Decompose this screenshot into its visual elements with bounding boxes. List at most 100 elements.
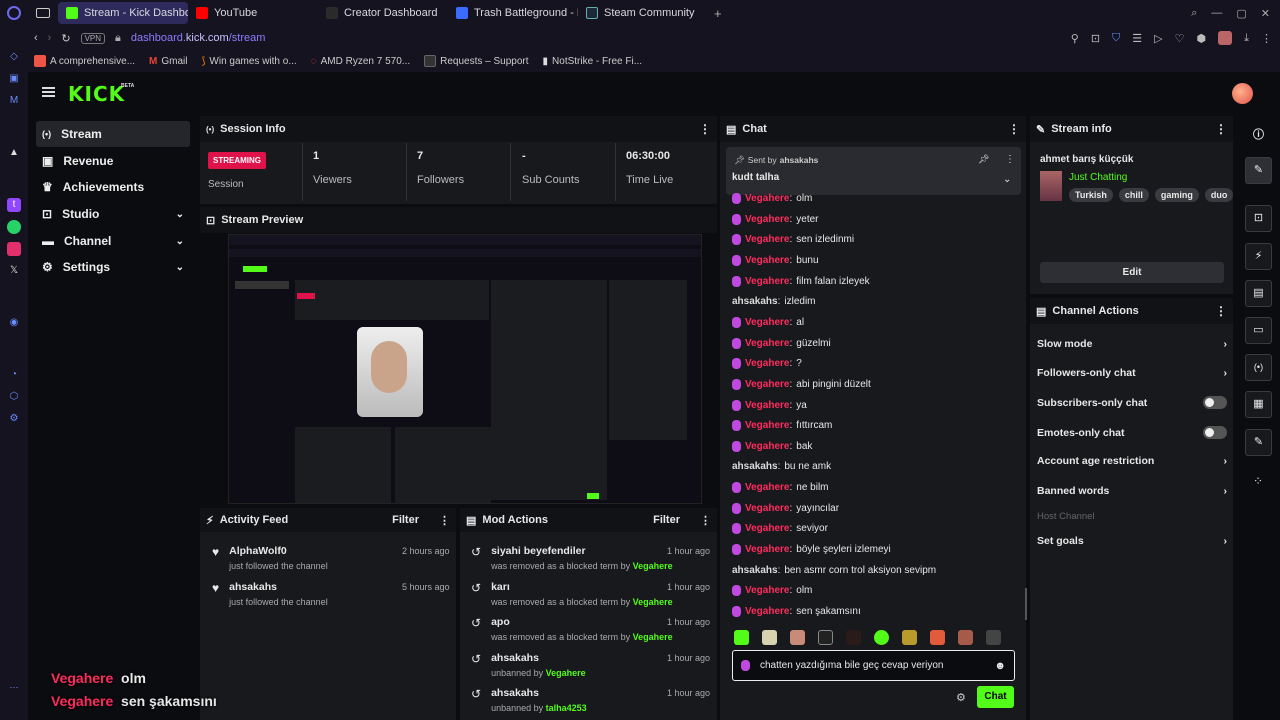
emote-icon[interactable] bbox=[818, 630, 833, 645]
nav-studio[interactable]: ⊡ Studio ⌄ bbox=[36, 201, 190, 227]
stream-preview-video[interactable] bbox=[228, 234, 702, 504]
mod-user[interactable]: Vegahere bbox=[633, 632, 673, 642]
bookmark[interactable]: ▮ NotStrike - Free Fi... bbox=[543, 56, 643, 67]
more-icon[interactable]: ⋮ bbox=[1008, 122, 1020, 136]
chat-username[interactable]: ahsakahs bbox=[732, 461, 778, 472]
tag[interactable]: Turkish bbox=[1069, 188, 1113, 202]
chat-message[interactable]: Vegahere: olm bbox=[732, 193, 812, 204]
nav-stream[interactable]: (•) Stream bbox=[36, 121, 190, 147]
edit-icon[interactable]: ✎ bbox=[1245, 157, 1272, 184]
heart-icon[interactable]: ♡ bbox=[1175, 32, 1185, 45]
chat-message[interactable]: ahsakahs: bu ne amk bbox=[732, 461, 831, 472]
bookmark[interactable]: A comprehensive... bbox=[34, 55, 135, 67]
mail-icon[interactable]: M bbox=[7, 94, 21, 108]
chat-username[interactable]: Vegahere bbox=[745, 358, 789, 369]
filter-button[interactable]: Filter bbox=[653, 514, 680, 526]
chat-username[interactable]: Vegahere bbox=[745, 441, 789, 452]
more-icon[interactable]: ⋮ bbox=[700, 514, 711, 527]
tag[interactable]: duo bbox=[1204, 188, 1234, 202]
filter-button[interactable]: Filter bbox=[392, 514, 419, 526]
emote-icon[interactable] bbox=[930, 630, 945, 645]
action-followers-only[interactable]: Followers-only chat › bbox=[1037, 367, 1227, 379]
mod-user[interactable]: Vegahere bbox=[633, 561, 673, 571]
mod-user[interactable]: talha4253 bbox=[546, 703, 587, 713]
extension-icon[interactable]: ◇ bbox=[7, 50, 21, 64]
chat-message[interactable]: Vegahere: bak bbox=[732, 440, 812, 452]
session-icon[interactable]: ⊡ bbox=[1245, 205, 1272, 232]
opera-icon[interactable] bbox=[7, 6, 21, 20]
reload-icon[interactable]: ↻ bbox=[61, 32, 70, 45]
bookmark[interactable]: ⟆ Win games with o... bbox=[202, 56, 297, 67]
instagram-icon[interactable] bbox=[7, 242, 21, 256]
bookmark[interactable]: ◌ AMD Ryzen 7 570... bbox=[311, 56, 410, 67]
chat-username[interactable]: Vegahere bbox=[745, 420, 789, 431]
kick-logo[interactable]: KICK bbox=[68, 82, 125, 106]
chat-username[interactable]: Vegahere bbox=[745, 585, 789, 596]
pinboard-icon[interactable]: ⬡ bbox=[7, 390, 21, 404]
profile-avatar[interactable] bbox=[1218, 31, 1233, 45]
tag[interactable]: gaming bbox=[1154, 188, 1199, 202]
chat-message[interactable]: ahsakahs: izledim bbox=[732, 296, 816, 307]
emote-icon[interactable] bbox=[874, 630, 889, 645]
emoji-icon[interactable]: ☻ bbox=[994, 660, 1006, 672]
nav-channel[interactable]: ▬ Channel ⌄ bbox=[36, 228, 190, 254]
chat-message[interactable]: Vegahere: böyle şeyleri izlemeyi bbox=[732, 544, 891, 556]
broadcast-icon[interactable]: (•) bbox=[1245, 354, 1272, 381]
x-icon[interactable]: 𝕏 bbox=[7, 264, 21, 278]
chat-message[interactable]: Vegahere: sen izledinmi bbox=[732, 234, 854, 246]
twitch-icon[interactable]: t bbox=[7, 198, 21, 212]
chat-message[interactable]: Vegahere: yeter bbox=[732, 213, 819, 225]
apps-icon[interactable]: ⁘ bbox=[1253, 474, 1263, 488]
emote-icon[interactable] bbox=[734, 630, 749, 645]
hamburger-menu-icon[interactable] bbox=[42, 87, 55, 97]
new-tab-button[interactable]: + bbox=[714, 6, 722, 21]
mod-user[interactable]: Vegahere bbox=[633, 597, 673, 607]
chat-message[interactable]: Vegahere: seviyor bbox=[732, 523, 828, 535]
bolt-icon[interactable]: ⚡︎ bbox=[1245, 243, 1272, 270]
download-icon[interactable]: ⤓ bbox=[1244, 32, 1249, 45]
mod-user[interactable]: Vegahere bbox=[546, 668, 586, 678]
easy-setup-icon[interactable]: ☰ bbox=[1132, 32, 1142, 45]
chat-message[interactable]: Vegahere:? bbox=[732, 358, 802, 370]
emote-icon[interactable] bbox=[902, 630, 917, 645]
notes-icon[interactable]: ▤ bbox=[1245, 280, 1272, 307]
chat-input[interactable]: chatten yazdığıma bile geç cevap veriyon… bbox=[732, 650, 1015, 681]
edit-button[interactable]: Edit bbox=[1040, 262, 1224, 283]
more-icon[interactable]: ⋮ bbox=[699, 122, 711, 136]
extensions-icon[interactable]: ⬢ bbox=[1197, 32, 1207, 45]
chat-message[interactable]: Vegahere: fıttırcam bbox=[732, 420, 832, 432]
maximize-icon[interactable]: ▢ bbox=[1236, 7, 1246, 20]
chat-username[interactable]: Vegahere bbox=[745, 379, 789, 390]
chat-icon[interactable]: ▭ bbox=[1245, 317, 1272, 344]
tab-roblox[interactable]: Trash Battleground - Roblox bbox=[448, 2, 578, 24]
chat-message[interactable]: Vegahere: al bbox=[732, 316, 804, 328]
forward-icon[interactable]: › bbox=[48, 32, 52, 44]
more-icon[interactable]: ⋯ bbox=[7, 680, 21, 694]
chat-username[interactable]: Vegahere bbox=[745, 400, 789, 411]
more-icon[interactable]: ⋮ bbox=[1005, 154, 1015, 165]
tab-youtube[interactable]: YouTube bbox=[188, 2, 318, 24]
chat-username[interactable]: Vegahere bbox=[745, 338, 789, 349]
emote-icon[interactable] bbox=[846, 630, 861, 645]
back-icon[interactable]: ‹ bbox=[34, 32, 38, 44]
bookmark[interactable]: M Gmail bbox=[149, 56, 187, 67]
chat-message[interactable]: Vegahere: abi pingini düzelt bbox=[732, 378, 871, 390]
wrench-icon[interactable]: ✎ bbox=[1245, 429, 1272, 456]
chat-username[interactable]: Vegahere bbox=[745, 193, 789, 204]
action-set-goals[interactable]: Set goals › bbox=[1037, 535, 1227, 547]
chat-username[interactable]: Vegahere bbox=[745, 606, 789, 617]
chat-message[interactable]: Vegahere: ya bbox=[732, 399, 807, 411]
pin-icon[interactable]: ⚲ bbox=[1071, 32, 1079, 45]
url-field[interactable]: dashboard.kick.com/stream bbox=[131, 32, 266, 44]
chevron-down-icon[interactable]: ⌄ bbox=[1003, 174, 1011, 185]
messenger-icon[interactable]: ▣ bbox=[7, 72, 21, 86]
chat-username[interactable]: ahsakahs bbox=[732, 296, 778, 307]
chat-message[interactable]: Vegahere: olm bbox=[732, 585, 812, 597]
category-name[interactable]: Just Chatting bbox=[1069, 172, 1127, 183]
chat-username[interactable]: Vegahere bbox=[745, 234, 789, 245]
menu-icon[interactable]: ⋮ bbox=[1261, 32, 1272, 45]
action-slow-mode[interactable]: Slow mode › bbox=[1037, 338, 1227, 350]
player-icon[interactable]: ▷ bbox=[1154, 32, 1162, 45]
chat-message[interactable]: Vegahere: sen şakamsını bbox=[732, 606, 861, 617]
chat-message[interactable]: Vegahere: film falan izleyek bbox=[732, 275, 870, 287]
